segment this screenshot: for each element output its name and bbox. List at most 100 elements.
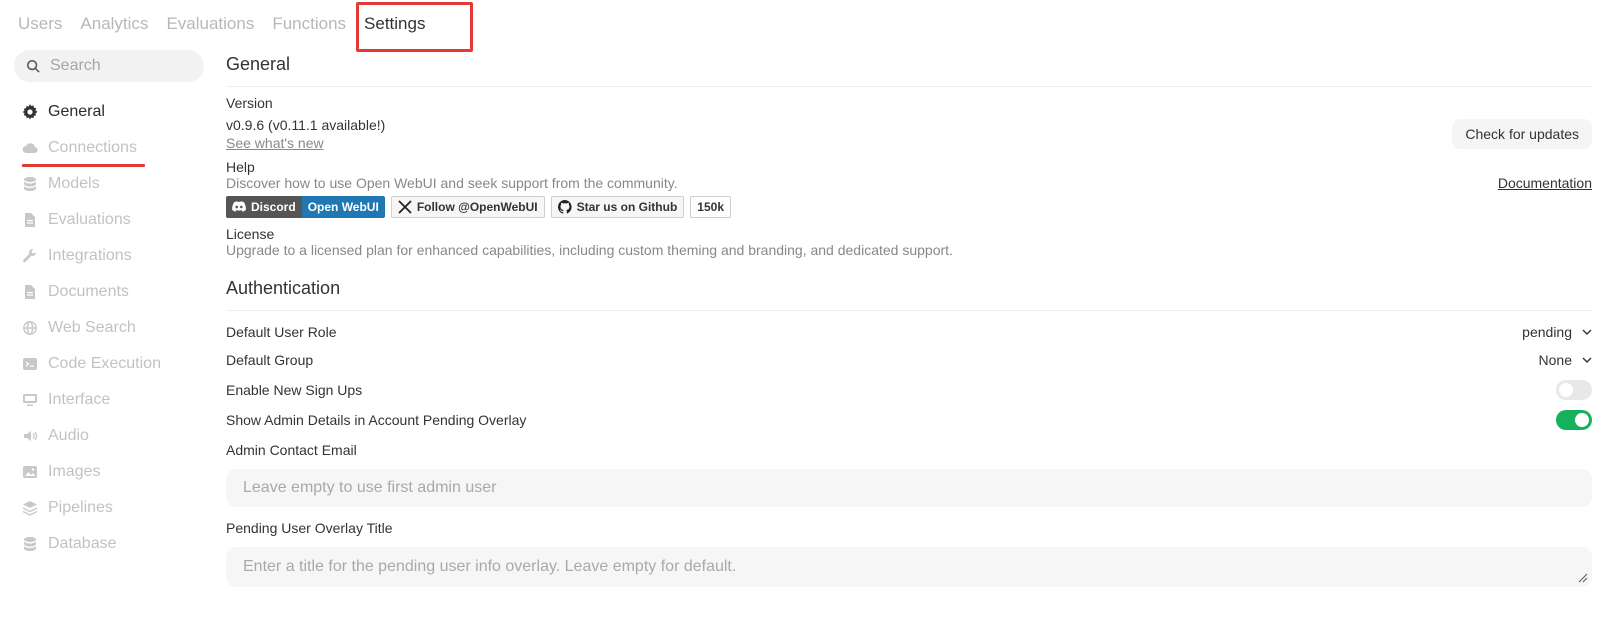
community-badges: Discord Open WebUI Follow @OpenWebUI Sta… <box>226 196 1592 218</box>
default-group-value: None <box>1538 352 1572 368</box>
settings-main: General Version v0.9.6 (v0.11.1 availabl… <box>226 50 1592 587</box>
image-icon <box>22 464 38 480</box>
github-star-label: Star us on Github <box>576 200 678 214</box>
sidebar-item-label: Interface <box>48 391 111 408</box>
discord-badge[interactable]: Discord Open WebUI <box>226 196 385 218</box>
sidebar-item-integrations[interactable]: Integrations <box>14 238 204 274</box>
settings-sidebar: General Connections Models Evaluations I… <box>14 50 204 562</box>
gear-icon <box>22 104 38 120</box>
search-input[interactable] <box>50 57 190 75</box>
sidebar-item-general[interactable]: General <box>14 94 204 130</box>
enable-signups-toggle[interactable] <box>1556 380 1592 400</box>
sidebar-item-label: General <box>48 103 105 120</box>
discord-server-label: Open WebUI <box>301 196 385 218</box>
tab-functions[interactable]: Functions <box>272 12 346 36</box>
x-logo-icon <box>398 200 412 214</box>
sidebar-item-label: Audio <box>48 427 89 444</box>
tab-evaluations[interactable]: Evaluations <box>166 12 254 36</box>
check-updates-button[interactable]: Check for updates <box>1452 119 1592 149</box>
resize-handle-icon[interactable] <box>1578 573 1588 583</box>
chevron-down-icon <box>1582 329 1592 335</box>
document-icon <box>22 212 38 228</box>
sidebar-item-pipelines[interactable]: Pipelines <box>14 490 204 526</box>
sidebar-item-label: Web Search <box>48 319 136 336</box>
follow-x-label: Follow @OpenWebUI <box>416 200 538 214</box>
divider <box>226 86 1592 87</box>
version-label: Version <box>226 95 273 111</box>
toggle-knob <box>1559 383 1573 397</box>
admin-details-row: Show Admin Details in Account Pending Ov… <box>226 405 1592 435</box>
sidebar-item-label: Images <box>48 463 101 480</box>
help-text: Discover how to use Open WebUI and seek … <box>226 175 678 191</box>
help-block: Help Discover how to use Open WebUI and … <box>226 159 1592 218</box>
sidebar-item-label: Evaluations <box>48 211 131 228</box>
default-user-role-label: Default User Role <box>226 324 337 340</box>
default-group-row: Default Group None <box>226 345 1592 375</box>
search-box[interactable] <box>14 50 204 82</box>
version-block: Version v0.9.6 (v0.11.1 available!) See … <box>226 95 1592 151</box>
sidebar-item-evaluations[interactable]: Evaluations <box>14 202 204 238</box>
documentation-link[interactable]: Documentation <box>1498 175 1592 191</box>
sidebar-item-label: Connections <box>48 139 137 156</box>
help-label: Help <box>226 159 255 175</box>
tab-analytics[interactable]: Analytics <box>80 12 148 36</box>
github-star-badge[interactable]: Star us on Github <box>550 196 685 218</box>
sidebar-item-interface[interactable]: Interface <box>14 382 204 418</box>
database-icon <box>22 536 38 552</box>
sidebar-item-label: Integrations <box>48 247 132 264</box>
database-icon <box>22 176 38 192</box>
sidebar-item-audio[interactable]: Audio <box>14 418 204 454</box>
search-icon <box>26 59 40 73</box>
sidebar-item-web-search[interactable]: Web Search <box>14 310 204 346</box>
wrench-icon <box>22 248 38 264</box>
overlay-title-label: Pending User Overlay Title <box>226 520 393 536</box>
sidebar-item-code-execution[interactable]: Code Execution <box>14 346 204 382</box>
sidebar-item-label: Models <box>48 175 100 192</box>
star-count-value: 150k <box>697 200 724 214</box>
admin-email-input[interactable] <box>226 469 1592 507</box>
discord-icon <box>232 201 246 212</box>
divider <box>226 310 1592 311</box>
sidebar-item-label: Database <box>48 535 117 552</box>
license-text: Upgrade to a licensed plan for enhanced … <box>226 242 953 258</box>
license-block: License Upgrade to a licensed plan for e… <box>226 226 1592 258</box>
default-user-role-value: pending <box>1522 324 1572 340</box>
license-label: License <box>226 226 275 242</box>
enable-signups-label: Enable New Sign Ups <box>226 382 363 398</box>
admin-details-toggle[interactable] <box>1556 410 1592 430</box>
settings-highlight-box <box>356 2 473 52</box>
sidebar-item-documents[interactable]: Documents <box>14 274 204 310</box>
overlay-title-input[interactable] <box>226 547 1592 587</box>
default-user-role-row: Default User Role pending <box>226 319 1592 345</box>
general-section-title: General <box>226 54 291 74</box>
toggle-knob <box>1575 413 1589 427</box>
overlay-title-input-wrap <box>226 547 1592 587</box>
github-star-count[interactable]: 150k <box>690 196 731 218</box>
whats-new-link[interactable]: See what's new <box>226 135 385 151</box>
speaker-icon <box>22 428 38 444</box>
admin-email-label-row: Admin Contact Email <box>226 435 1592 465</box>
tab-users[interactable]: Users <box>18 12 62 36</box>
sidebar-item-label: Code Execution <box>48 355 161 372</box>
terminal-icon <box>22 356 38 372</box>
default-user-role-select[interactable]: pending <box>1522 324 1592 340</box>
sidebar-item-database[interactable]: Database <box>14 526 204 562</box>
overlay-title-label-row: Pending User Overlay Title <box>226 513 1592 543</box>
sidebar-item-images[interactable]: Images <box>14 454 204 490</box>
default-group-select[interactable]: None <box>1539 352 1592 368</box>
cloud-icon <box>22 140 38 156</box>
chevron-down-icon <box>1582 357 1592 363</box>
admin-details-label: Show Admin Details in Account Pending Ov… <box>226 412 527 428</box>
layers-icon <box>22 500 38 516</box>
monitor-icon <box>22 392 38 408</box>
version-value: v0.9.6 (v0.11.1 available!) <box>226 117 386 133</box>
admin-email-input-wrap <box>226 469 1592 507</box>
sidebar-item-models[interactable]: Models <box>14 166 204 202</box>
sidebar-item-connections[interactable]: Connections <box>14 130 204 167</box>
github-icon <box>557 200 572 214</box>
sidebar-item-label: Documents <box>48 283 129 300</box>
follow-x-badge[interactable]: Follow @OpenWebUI <box>390 196 545 218</box>
admin-email-label: Admin Contact Email <box>226 442 357 458</box>
enable-signups-row: Enable New Sign Ups <box>226 375 1592 405</box>
sidebar-item-label: Pipelines <box>48 499 113 516</box>
